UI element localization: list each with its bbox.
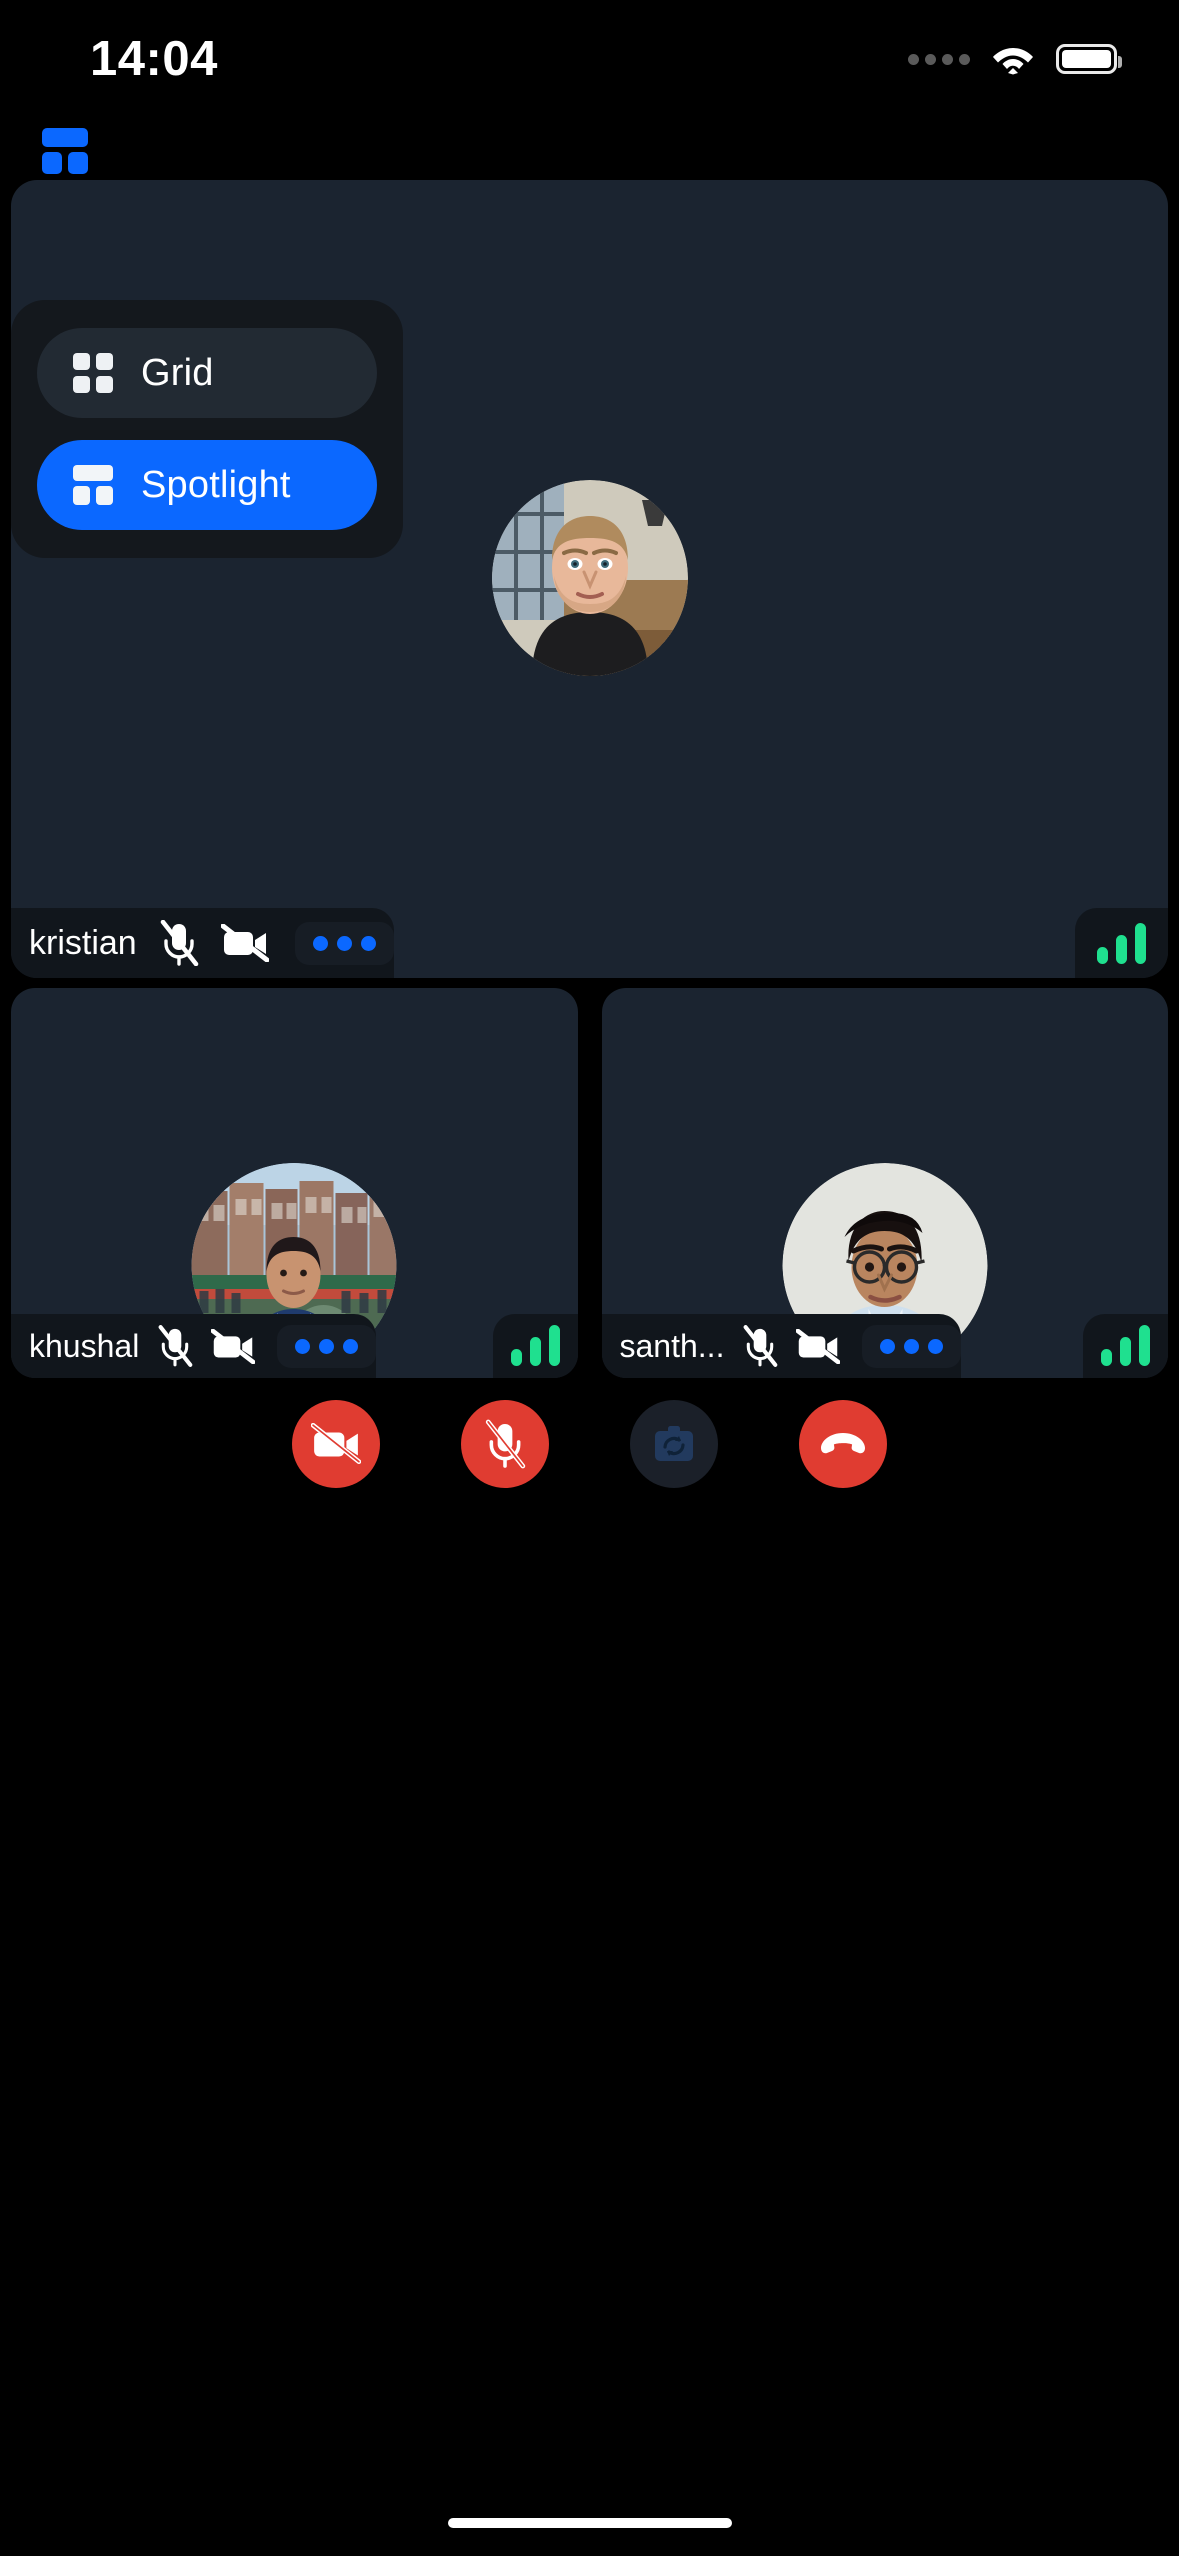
wifi-icon — [992, 43, 1034, 75]
video-off-icon — [220, 924, 269, 962]
participant-info-bar: kristian — [11, 908, 394, 978]
spotlight-layout-icon — [73, 465, 113, 505]
participant-tile[interactable]: santh... — [601, 988, 1168, 1378]
mic-off-icon — [159, 920, 199, 966]
participant-info-bar: khushal — [11, 1314, 377, 1378]
layout-toggle-button[interactable] — [42, 128, 88, 174]
call-controls — [0, 1400, 1179, 1488]
menu-item-spotlight[interactable]: Spotlight — [37, 440, 377, 530]
video-off-icon — [211, 1328, 256, 1364]
more-horizontal-icon[interactable] — [862, 1324, 962, 1368]
signal-bars-icon — [1083, 1314, 1168, 1378]
call-screen: 14:04 kristian khushal santh... Grid Spo… — [0, 0, 1179, 2556]
video-off-icon — [796, 1328, 841, 1364]
status-bar-indicators — [908, 43, 1122, 75]
signal-bars-icon — [492, 1314, 578, 1378]
avatar — [491, 480, 688, 676]
grid-layout-icon — [73, 353, 113, 393]
participant-name: khushal — [29, 1327, 140, 1364]
spotlight-layout-icon — [42, 128, 88, 147]
menu-item-label: Grid — [141, 351, 214, 394]
more-horizontal-icon[interactable] — [277, 1324, 377, 1368]
toggle-camera-button[interactable] — [292, 1400, 380, 1488]
menu-item-grid[interactable]: Grid — [37, 328, 377, 418]
thumbnail-row: khushal santh... — [11, 988, 1168, 1378]
mic-off-icon — [742, 1325, 778, 1367]
status-bar: 14:04 — [0, 0, 1179, 118]
participant-name: santh... — [619, 1327, 725, 1364]
camera-flip-icon — [652, 1422, 696, 1466]
toggle-mic-button[interactable] — [461, 1400, 549, 1488]
phone-hangup-icon — [818, 1429, 868, 1459]
more-horizontal-icon[interactable] — [294, 921, 394, 965]
video-off-icon — [311, 1423, 361, 1465]
battery-full-icon — [1056, 44, 1122, 74]
mic-off-icon — [157, 1325, 193, 1367]
participant-name: kristian — [29, 923, 137, 962]
flip-camera-button[interactable] — [630, 1400, 718, 1488]
mic-off-icon — [484, 1419, 526, 1469]
layout-menu: Grid Spotlight — [11, 300, 403, 558]
signal-bars-icon — [1075, 908, 1168, 978]
status-bar-clock: 14:04 — [90, 32, 218, 86]
home-indicator — [447, 2518, 732, 2528]
cellular-dots-icon — [908, 53, 970, 65]
menu-item-label: Spotlight — [141, 463, 291, 506]
participant-info-bar: santh... — [601, 1314, 962, 1378]
participant-tile[interactable]: khushal — [11, 988, 578, 1378]
end-call-button[interactable] — [799, 1400, 887, 1488]
